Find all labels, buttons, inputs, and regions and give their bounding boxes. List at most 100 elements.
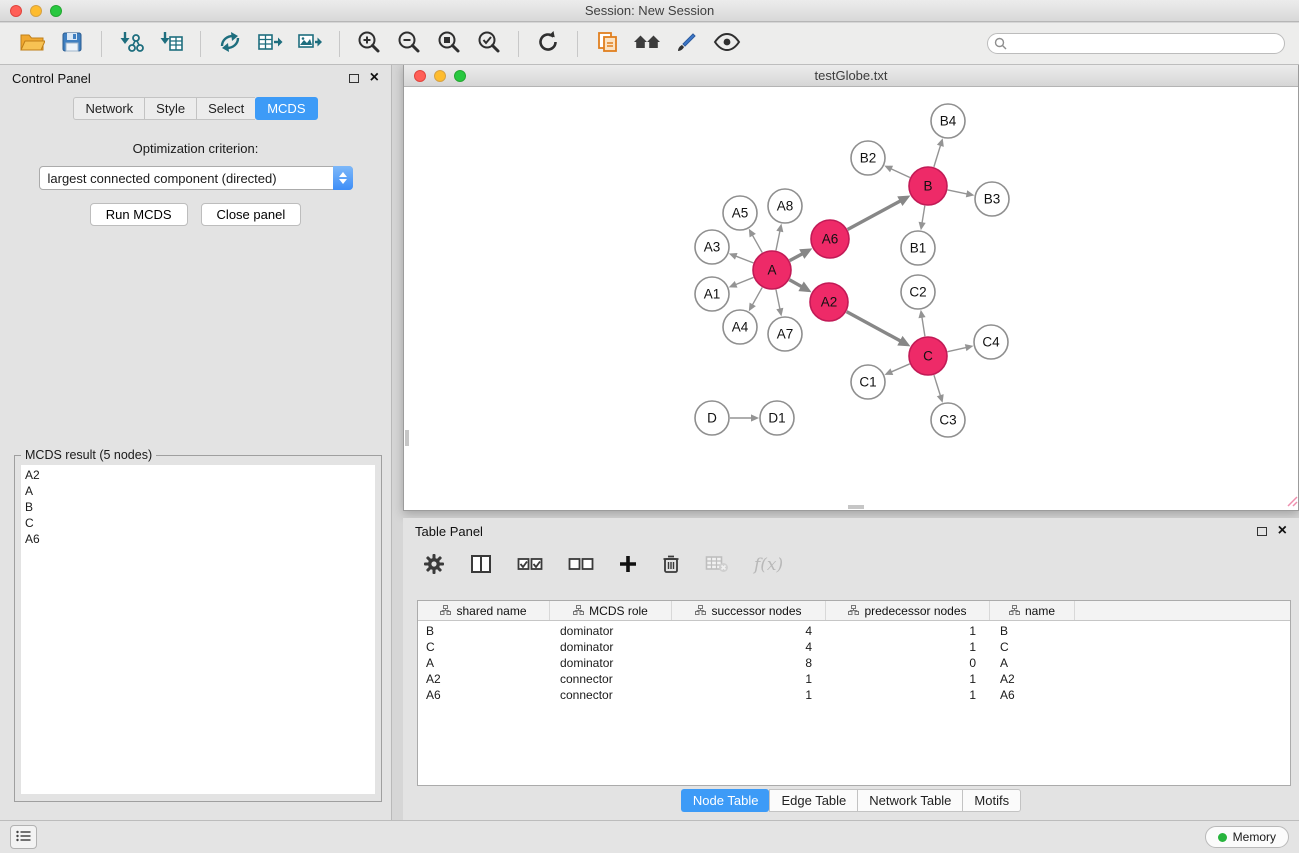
column-header-mcds-role[interactable]: MCDS role	[550, 601, 672, 620]
graph-node-B3[interactable]: B3	[975, 182, 1009, 216]
tab-edge-table[interactable]: Edge Table	[769, 789, 857, 812]
select-all-columns-button[interactable]	[517, 555, 543, 576]
graph-node-A2[interactable]: A2	[810, 283, 848, 321]
table-row[interactable]: Adominator80A	[418, 655, 1290, 671]
graph-edge[interactable]	[948, 344, 974, 352]
table-row[interactable]: A6connector11A6	[418, 687, 1290, 703]
network-close-button[interactable]	[414, 70, 426, 82]
apply-style-button[interactable]	[670, 28, 704, 60]
graph-edge[interactable]	[729, 253, 754, 263]
graph-node-B2[interactable]: B2	[851, 141, 885, 175]
table-row[interactable]: Bdominator41B	[418, 623, 1290, 639]
add-column-button[interactable]	[619, 555, 637, 576]
graph-edge[interactable]	[749, 229, 762, 253]
network-canvas[interactable]: B4B2BB3A5A8A6B1A3AC2A1A2A4A7C4CC1C3DD1	[404, 88, 1298, 510]
graph-edge[interactable]	[934, 375, 944, 403]
export-image-button[interactable]	[293, 28, 327, 60]
table-settings-button[interactable]	[423, 553, 445, 578]
column-header-successor-nodes[interactable]: successor nodes	[672, 601, 826, 620]
close-table-panel-icon[interactable]: ×	[1278, 525, 1287, 537]
new-network-button[interactable]	[213, 28, 247, 60]
graph-edge[interactable]	[885, 364, 910, 375]
close-window-button[interactable]	[10, 5, 22, 17]
result-list-item[interactable]: B	[25, 499, 371, 515]
network-minimize-button[interactable]	[434, 70, 446, 82]
open-session-button[interactable]	[15, 28, 49, 60]
graph-edge[interactable]	[776, 224, 783, 251]
graph-node-A[interactable]: A	[753, 251, 791, 289]
graph-node-B1[interactable]: B1	[901, 231, 935, 265]
table-row[interactable]: Cdominator41C	[418, 639, 1290, 655]
network-zoom-button[interactable]	[454, 70, 466, 82]
tab-motifs[interactable]: Motifs	[962, 789, 1021, 812]
graph-node-A3[interactable]: A3	[695, 230, 729, 264]
show-columns-button[interactable]	[470, 554, 492, 577]
graph-node-C3[interactable]: C3	[931, 403, 965, 437]
graph-node-A4[interactable]: A4	[723, 310, 757, 344]
vertical-scroll-thumb[interactable]	[405, 430, 409, 446]
graph-node-C4[interactable]: C4	[974, 325, 1008, 359]
optimization-criterion-dropdown[interactable]: largest connected component (directed)	[39, 166, 353, 190]
column-header-name[interactable]: name	[990, 601, 1075, 620]
graph-node-B[interactable]: B	[909, 167, 947, 205]
tab-mcds[interactable]: MCDS	[255, 97, 317, 120]
zoom-selected-button[interactable]	[472, 28, 506, 60]
graph-edge[interactable]	[884, 166, 910, 178]
graph-edge[interactable]	[776, 290, 783, 317]
export-table-button[interactable]	[253, 28, 287, 60]
graph-edge[interactable]	[934, 138, 944, 167]
minimize-window-button[interactable]	[30, 5, 42, 17]
graph-edge[interactable]	[790, 248, 813, 260]
refresh-layout-button[interactable]	[531, 28, 565, 60]
column-header-predecessor-nodes[interactable]: predecessor nodes	[826, 601, 990, 620]
network-graph[interactable]: B4B2BB3A5A8A6B1A3AC2A1A2A4A7C4CC1C3DD1	[404, 88, 1298, 510]
tab-select[interactable]: Select	[196, 97, 255, 120]
tab-node-table[interactable]: Node Table	[681, 789, 770, 812]
search-input[interactable]	[987, 33, 1285, 54]
result-list-item[interactable]: A	[25, 483, 371, 499]
task-history-button[interactable]	[10, 825, 37, 849]
graph-edge[interactable]	[948, 190, 975, 197]
float-table-panel-icon[interactable]	[1257, 527, 1267, 536]
table-row[interactable]: A2connector11A2	[418, 671, 1290, 687]
column-header-shared-name[interactable]: shared name	[418, 601, 550, 620]
graph-edge[interactable]	[848, 196, 911, 230]
float-panel-icon[interactable]	[349, 74, 359, 83]
graph-node-C2[interactable]: C2	[901, 275, 935, 309]
zoom-window-button[interactable]	[50, 5, 62, 17]
graph-edge[interactable]	[789, 280, 811, 292]
graph-node-A6[interactable]: A6	[811, 220, 849, 258]
graph-node-D[interactable]: D	[695, 401, 729, 435]
zoom-fit-button[interactable]	[432, 28, 466, 60]
graph-edge[interactable]	[729, 277, 754, 287]
close-panel-icon[interactable]: ×	[370, 72, 379, 84]
graph-node-D1[interactable]: D1	[760, 401, 794, 435]
save-session-button[interactable]	[55, 28, 89, 60]
resize-grip-icon[interactable]	[1285, 494, 1298, 510]
graph-edge[interactable]	[847, 312, 911, 347]
graph-node-A7[interactable]: A7	[768, 317, 802, 351]
graph-edge[interactable]	[749, 287, 762, 311]
run-mcds-button[interactable]: Run MCDS	[90, 203, 188, 226]
import-table-button[interactable]	[154, 28, 188, 60]
graph-edge[interactable]	[730, 414, 759, 421]
graph-edge[interactable]	[919, 206, 926, 230]
graph-node-C[interactable]: C	[909, 337, 947, 375]
graph-node-B4[interactable]: B4	[931, 104, 965, 138]
zoom-in-button[interactable]	[352, 28, 386, 60]
close-panel-button[interactable]: Close panel	[201, 203, 302, 226]
graph-node-A5[interactable]: A5	[723, 196, 757, 230]
horizontal-scroll-thumb[interactable]	[848, 505, 864, 509]
result-list-item[interactable]: A6	[25, 531, 371, 547]
tab-network[interactable]: Network	[73, 97, 144, 120]
result-list-item[interactable]: A2	[25, 467, 371, 483]
delete-column-button[interactable]	[662, 554, 680, 577]
graph-node-C1[interactable]: C1	[851, 365, 885, 399]
result-list-item[interactable]: C	[25, 515, 371, 531]
graph-edge[interactable]	[918, 310, 925, 336]
mcds-result-list[interactable]: A2ABCA6	[21, 465, 375, 794]
copy-style-button[interactable]	[590, 28, 624, 60]
show-graphics-details-button[interactable]	[710, 28, 744, 60]
graph-node-A8[interactable]: A8	[768, 189, 802, 223]
tab-network-table[interactable]: Network Table	[857, 789, 962, 812]
